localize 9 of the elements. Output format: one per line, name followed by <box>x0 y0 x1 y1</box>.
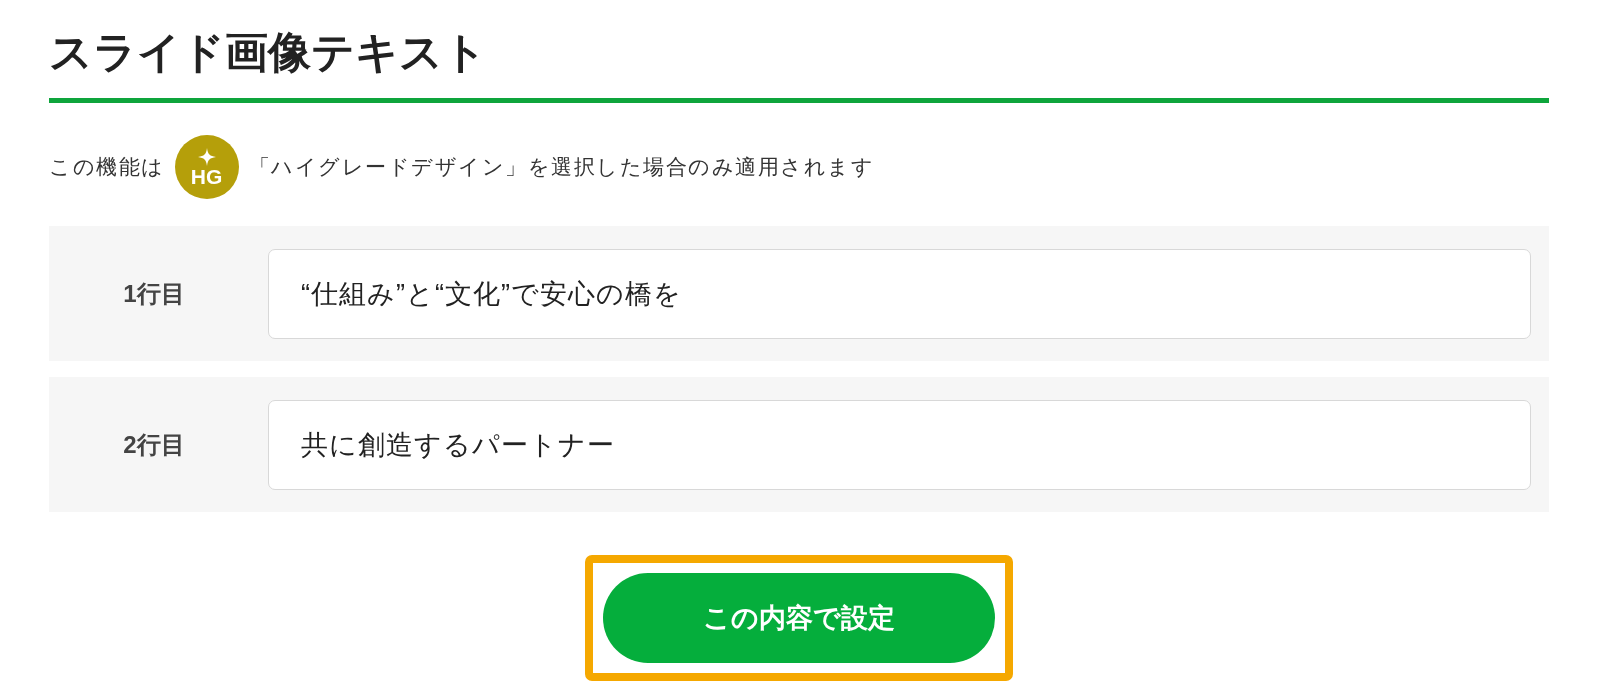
text-field[interactable]: 共に創造するパートナー <box>268 400 1531 490</box>
text-field[interactable]: “仕組み”と“文化”で安心の橋を <box>268 249 1531 339</box>
sparkle-icon <box>197 148 216 166</box>
field-label: 1行目 <box>122 279 186 309</box>
notice-text: 「ハイグレードデザイン」を選択した場合のみ適用されます <box>248 154 874 180</box>
field-label: 2行目 <box>122 430 186 460</box>
grade-label: HG <box>190 166 223 188</box>
notice-text: この機能は <box>49 154 165 180</box>
page-title: スライド画像テキスト <box>49 27 487 78</box>
